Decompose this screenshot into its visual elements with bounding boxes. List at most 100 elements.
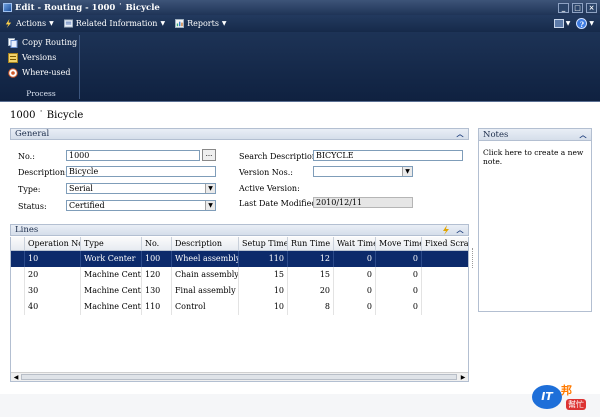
cell-setup-time[interactable]: 10 [239,283,288,299]
actions-menu[interactable]: Actions ▼ [4,19,54,28]
cell-no[interactable]: 130 [142,283,172,299]
chevron-down-icon[interactable]: ▼ [402,167,412,176]
title-bar: Edit - Routing - 1000 ˙ Bicycle _ □ × [0,0,600,15]
ribbon-group-process: Copy Routing Versions Where-used Process [2,35,80,99]
cell-type[interactable]: Machine Center [81,283,142,299]
cell-description[interactable]: Control [172,299,239,315]
row-selector[interactable] [11,251,25,267]
cell-move-time[interactable]: 0 [376,267,422,283]
cell-type[interactable]: Machine Center [81,267,142,283]
cell-operation-no[interactable]: 30 [25,283,81,299]
column-header[interactable]: No. [142,237,172,251]
versions-button[interactable]: Versions [2,50,79,65]
help-menu-button[interactable]: ? ▼ [576,18,594,29]
no-assist-button[interactable]: ... [202,149,216,161]
column-header[interactable]: Type [81,237,142,251]
copy-routing-button[interactable]: Copy Routing [2,35,79,50]
cell-no[interactable]: 100 [142,251,172,267]
notes-title: Notes [483,129,509,140]
description-label: Description: [18,168,68,177]
where-used-button[interactable]: Where-used [2,65,79,80]
scroll-left-icon[interactable]: ◀ [11,373,21,381]
row-selector[interactable] [11,267,25,283]
general-fasttab-header[interactable]: General ︿ [10,128,469,140]
cell-setup-time[interactable]: 110 [239,251,288,267]
cell-no[interactable]: 110 [142,299,172,315]
cell-operation-no[interactable]: 10 [25,251,81,267]
cell-run-time[interactable]: 12 [288,251,334,267]
row-selector[interactable] [11,283,25,299]
collapse-chevron-icon[interactable]: ︿ [578,130,588,140]
collapse-chevron-icon[interactable]: ︿ [455,225,465,235]
status-dropdown[interactable]: Certified ▼ [66,200,216,211]
cell-move-time[interactable]: 0 [376,283,422,299]
column-header[interactable]: Fixed Scrap Q [422,237,468,251]
lines-fasttab-header[interactable]: Lines ︿ [10,224,469,236]
lightning-icon [5,19,12,28]
create-note-link[interactable]: Click here to create a new note. [483,148,591,166]
cell-operation-no[interactable]: 20 [25,267,81,283]
scrollbar-thumb[interactable] [21,374,457,380]
cell-type[interactable]: Work Center [81,251,142,267]
splitter-handle[interactable] [472,248,475,268]
notes-factbox-header[interactable]: Notes ︿ [479,129,591,141]
cell-move-time[interactable]: 0 [376,251,422,267]
scroll-right-icon[interactable]: ▶ [458,373,468,381]
cell-description[interactable]: Chain assembly [172,267,239,283]
cell-wait-time[interactable]: 0 [334,299,376,315]
collapse-chevron-icon[interactable]: ︿ [455,129,465,139]
cell-setup-time[interactable]: 10 [239,299,288,315]
logo-bubble: IT [532,385,562,409]
search-description-field[interactable]: BICYCLE [313,150,463,161]
cell-move-time[interactable]: 0 [376,299,422,315]
cell-operation-no[interactable]: 40 [25,299,81,315]
cell-fixed-scrap[interactable] [422,299,468,315]
close-button[interactable]: × [586,2,597,13]
cell-wait-time[interactable]: 0 [334,267,376,283]
type-label: Type: [18,185,41,194]
maximize-button[interactable]: □ [572,2,583,13]
app-icon [3,3,12,12]
column-header[interactable]: Setup Time [239,237,288,251]
row-selector[interactable] [11,299,25,315]
lines-fasttab-title: Lines [15,225,39,235]
type-dropdown[interactable]: Serial ▼ [66,183,216,194]
description-field[interactable]: Bicycle [66,166,216,177]
cell-fixed-scrap[interactable] [422,283,468,299]
cell-run-time[interactable]: 20 [288,283,334,299]
column-header[interactable]: Wait Time [334,237,376,251]
last-date-modified-field: 2010/12/11 [313,197,413,208]
cell-description[interactable]: Final assembly [172,283,239,299]
cell-setup-time[interactable]: 15 [239,267,288,283]
layout-menu-button[interactable]: ▼ [553,19,570,28]
active-version-label: Active Version: [239,184,300,193]
related-information-menu[interactable]: Related Information ▼ [63,19,165,28]
cell-type[interactable]: Machine Center [81,299,142,315]
lines-grid: Operation No. Type No. Description Setup… [10,237,469,382]
minimize-button[interactable]: _ [558,2,569,13]
cell-no[interactable]: 120 [142,267,172,283]
copy-routing-label: Copy Routing [22,38,78,47]
column-header[interactable]: Move Time [376,237,422,251]
column-header[interactable]: Run Time [288,237,334,251]
column-header[interactable]: Operation No. [25,237,81,251]
reports-menu[interactable]: Reports ▼ [175,19,227,28]
cell-run-time[interactable]: 15 [288,267,334,283]
cell-fixed-scrap[interactable] [422,251,468,267]
logo-word: 邦 [561,384,572,397]
no-label: No.: [18,152,35,161]
chevron-down-icon[interactable]: ▼ [205,184,215,193]
cell-fixed-scrap[interactable] [422,267,468,283]
version-nos-dropdown[interactable]: ▼ [313,166,413,177]
notes-factbox: Notes ︿ Click here to create a new note. [478,128,592,312]
cell-wait-time[interactable]: 0 [334,283,376,299]
chevron-down-icon[interactable]: ▼ [205,201,215,210]
no-field[interactable]: 1000 [66,150,200,161]
column-header[interactable]: Description [172,237,239,251]
related-info-icon [63,19,73,28]
horizontal-scrollbar[interactable]: ◀ ▶ [11,372,468,381]
cell-description[interactable]: Wheel assembly [172,251,239,267]
cell-run-time[interactable]: 8 [288,299,334,315]
lightning-icon[interactable] [441,225,451,235]
cell-wait-time[interactable]: 0 [334,251,376,267]
